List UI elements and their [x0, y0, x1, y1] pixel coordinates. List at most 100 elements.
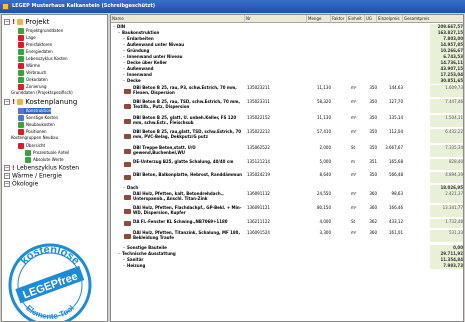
table-row[interactable]: DBI Beton B 25, rau, P3, schw.Estrich, 7… [111, 85, 463, 97]
row-name: Decke [127, 78, 141, 83]
check-icon [25, 157, 31, 163]
tree-item[interactable]: −! Lebenszyklus Kosten [4, 165, 79, 172]
cell-nr: 135024219 [247, 172, 270, 177]
column-header[interactable]: Name [111, 15, 245, 23]
expand-toggle-icon[interactable]: − [4, 19, 10, 25]
tree-item[interactable]: Oekodaten [18, 77, 48, 83]
collapse-icon[interactable]: – [123, 245, 125, 250]
tree-item[interactable]: Verbrauch [18, 70, 46, 76]
tree-item[interactable]: Konstruktion [18, 108, 52, 114]
cell-total: 13.341,77 [430, 205, 463, 217]
cell-total: 1.609,73 [430, 85, 463, 97]
table-row[interactable]: DAI Holz, Pfetten, Titanzink, Schalung, … [111, 230, 463, 242]
column-header[interactable]: Gesamtpreis [403, 15, 463, 23]
tree-item[interactable]: Neubaukosten [18, 122, 55, 128]
collapse-icon[interactable]: – [123, 185, 125, 190]
table-row[interactable]: DE-Unterzug B25, glatte Schalung, 40/40 … [111, 159, 463, 170]
column-header[interactable]: Einheit [347, 15, 365, 23]
tree-item[interactable]: Lage [18, 35, 36, 41]
table-row[interactable]: DBI Beton B 25, glatt, U. unbeh.Keller, … [111, 115, 463, 127]
component-icon [124, 149, 131, 154]
table-row[interactable]: DBI Beton B 25, rau,glatt, TSD, schw.Est… [111, 129, 463, 143]
collapse-icon[interactable]: – [123, 72, 125, 77]
collapse-icon[interactable]: – [123, 60, 125, 65]
collapse-icon[interactable]: – [123, 257, 125, 262]
expand-toggle-icon[interactable]: − [4, 181, 10, 187]
cell-menge: 5,000 [319, 159, 331, 164]
column-header[interactable]: UG [365, 15, 377, 23]
tree-item[interactable]: Absolute Werte [25, 157, 64, 163]
tree-item[interactable]: Lebenszyklus Kosten [18, 56, 68, 62]
collapse-icon[interactable]: – [123, 54, 125, 59]
cell-nr: 136091121 [247, 205, 270, 210]
tree-item[interactable]: Übersicht [18, 143, 45, 149]
tree-item[interactable]: Projektgrunddaten [18, 28, 63, 34]
cell-nr: 135023211 [247, 85, 270, 90]
collapse-icon[interactable]: – [123, 66, 125, 71]
column-header[interactable]: Nr [245, 15, 307, 23]
cell-ep: 165,68 [389, 159, 403, 164]
table-row[interactable]: – Decke 30.851,65 [111, 78, 463, 84]
collapse-icon[interactable]: – [118, 30, 120, 35]
project-tree[interactable]: −! Projekt Projektgrunddaten Lage Preisfakto… [1, 14, 108, 322]
tree-item[interactable]: − Ökologie [4, 181, 38, 188]
expand-toggle-icon[interactable]: − [4, 165, 10, 171]
tree-item[interactable]: − Wärme / Energie [4, 173, 62, 180]
column-header[interactable]: Einzelpreis [377, 15, 403, 23]
component-icon [124, 195, 131, 200]
tree-item[interactable]: Preisfaktoren [18, 42, 52, 48]
cell-unit: St [351, 219, 356, 224]
cell-total: 30.851,65 [430, 78, 463, 84]
tree-item[interactable]: Prozentuale Anteil [25, 150, 69, 156]
tree-item-label: Grunddaten (Projektspezifisch) [11, 90, 73, 95]
cell-nr: 136091524 [247, 230, 270, 235]
expand-toggle-icon[interactable]: − [4, 99, 10, 105]
table-row[interactable]: DA Fl.-Fenster KL Schwing.,NB7069+1180 13… [111, 219, 463, 228]
cell-nr: 135023311 [247, 99, 270, 104]
collapse-icon[interactable]: – [118, 251, 120, 256]
tree-item[interactable]: Sonstige Kosten [18, 115, 58, 121]
tree-item[interactable]: −! Kostenplanung [4, 99, 77, 106]
collapse-icon[interactable]: – [123, 42, 125, 47]
table-row[interactable]: DAI Holz, Pfetten, kalt, Betondrehdach.,… [111, 191, 463, 203]
expand-toggle-icon[interactable]: − [4, 173, 10, 179]
cell-total: 4.894,39 [430, 172, 463, 183]
table-row[interactable]: DAI Holz, Pfetten, Flachdachpf., GP-Bekl… [111, 205, 463, 217]
tree-item-label: Konstruktion [26, 108, 52, 113]
collapse-icon[interactable]: – [123, 48, 125, 53]
tree-item[interactable]: Grunddaten (Projektspezifisch) [11, 91, 73, 95]
cell-menge: 2,000 [319, 145, 331, 150]
row-name: Heizung [127, 263, 146, 268]
cell-unit: m² [351, 191, 357, 196]
collapse-icon[interactable]: – [123, 36, 125, 41]
cell-ep: 135,14 [389, 115, 403, 120]
tree-item[interactable]: Energiedaten [18, 49, 53, 55]
check-icon [25, 150, 31, 156]
cell-ep: 433,12 [389, 219, 403, 224]
column-header[interactable]: Menge [307, 15, 331, 23]
table-row[interactable]: DBI Treppe Beton,statt. U/O gewend,Buche… [111, 145, 463, 157]
tree-item-label: Projektgrunddaten [26, 28, 64, 33]
collapse-icon[interactable]: – [123, 78, 125, 83]
column-header[interactable]: Faktor [331, 15, 347, 23]
tree-item[interactable]: −! Projekt [4, 19, 49, 26]
table-row[interactable]: DBI Beton, Balkonplatte, Hebrost, Randdä… [111, 172, 463, 183]
row-name: DBI Treppe Beton,statt. U/O gewend,Buche… [133, 145, 196, 155]
component-icon [124, 175, 131, 180]
row-name: DBI Beton B 25, rau, P3, schw.Estrich, 7… [133, 85, 237, 95]
cell-unit: m² [351, 85, 357, 90]
row-name: DAI Holz, Pfetten, Titanzink, Schalung, … [133, 230, 240, 240]
cost-grid[interactable]: Name Nr Menge Faktor Einheit UG Einzelpreis Ges… [110, 14, 464, 322]
cell-total: 2.421,37 [430, 191, 463, 203]
cell-nr: 135121214 [247, 159, 270, 164]
tree-item[interactable]: Wärme [18, 63, 40, 69]
tree-item-label: Preisfaktoren [26, 42, 53, 47]
tree-item[interactable]: Kostengruppen Neubau [11, 136, 58, 140]
collapse-icon[interactable]: – [113, 24, 115, 29]
table-row[interactable]: DBI Beton B 25, rau, TSD, schw.Estrich, … [111, 99, 463, 113]
cell-menge: 57,410 [317, 129, 331, 134]
collapse-icon[interactable]: – [123, 263, 125, 268]
cell-ug: 350 [369, 172, 377, 177]
table-row[interactable]: – Heizung 7.983,73 [111, 263, 463, 269]
window-title: LEGEP Musterhaus Kalkanstein (Schreibges… [12, 3, 156, 9]
